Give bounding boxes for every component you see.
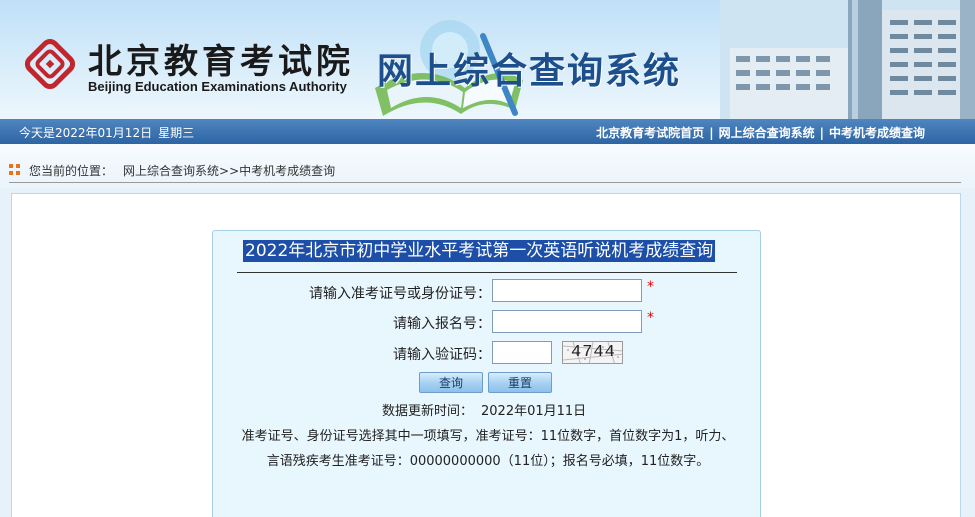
main-content: 2022年北京市初中学业水平考试第一次英语听说机考成绩查询 请输入准考证号或身份…: [11, 193, 961, 517]
breadcrumb-item-current: >>中考机考成绩查询: [219, 164, 336, 178]
captcha-label: 请输入验证码：: [393, 347, 491, 363]
nav-separator: |: [819, 126, 824, 140]
reset-button[interactable]: 重置: [488, 372, 552, 393]
top-nav-bar: 今天是2022年01月12日 星期三 北京教育考试院首页 | 网上综合查询系统 | 中考机…: [0, 119, 975, 144]
grid-dots-icon: [9, 164, 20, 175]
query-form-panel: 2022年北京市初中学业水平考试第一次英语听说机考成绩查询 请输入准考证号或身份…: [212, 230, 761, 517]
nav-separator: |: [709, 126, 714, 140]
nav-links: 北京教育考试院首页 | 网上综合查询系统 | 中考机考成绩查询: [596, 124, 925, 141]
building-illustration: [720, 0, 975, 120]
title-divider: [237, 272, 737, 273]
date-text: 今天是2022年01月12日: [19, 126, 153, 140]
data-update-time: 数据更新时间： 2022年01月11日: [382, 400, 586, 419]
org-name-cn: 北京教育考试院: [88, 42, 354, 82]
nav-link-zhongkao-score[interactable]: 中考机考成绩查询: [829, 126, 925, 140]
weekday-text: 星期三: [158, 126, 195, 140]
breadcrumb-divider: [9, 182, 961, 183]
required-mark: *: [647, 310, 654, 326]
captcha-text: 4744: [571, 343, 616, 362]
update-value: 2022年01月11日: [481, 404, 587, 419]
form-title: 2022年北京市初中学业水平考试第一次英语听说机考成绩查询: [243, 240, 716, 262]
nav-link-query-system[interactable]: 网上综合查询系统: [719, 126, 815, 140]
exam-id-input[interactable]: [492, 279, 642, 302]
captcha-image[interactable]: 4744: [562, 341, 623, 364]
reg-no-input[interactable]: [492, 310, 642, 333]
query-button[interactable]: 查询: [419, 372, 483, 393]
system-title: 网上综合查询系统: [377, 51, 682, 92]
breadcrumb-bar: 您当前的位置： 网上综合查询系统>>中考机考成绩查询: [0, 144, 975, 188]
header-banner: 北京教育考试院 Beijing Education Examinations A…: [0, 0, 975, 120]
bjeea-logo-icon: [24, 38, 76, 90]
captcha-input[interactable]: [492, 341, 552, 364]
org-name-en: Beijing Education Examinations Authority: [88, 79, 347, 94]
update-label: 数据更新时间：: [382, 404, 474, 419]
nav-link-home[interactable]: 北京教育考试院首页: [596, 126, 704, 140]
breadcrumb-item-query-system[interactable]: 网上综合查询系统: [123, 164, 219, 178]
exam-id-label: 请输入准考证号或身份证号：: [309, 286, 491, 302]
reg-no-label: 请输入报名号：: [393, 316, 491, 332]
current-date: 今天是2022年01月12日 星期三: [19, 124, 200, 141]
required-mark: *: [647, 279, 654, 295]
breadcrumb-prefix: 您当前的位置：: [29, 164, 114, 178]
breadcrumb: 您当前的位置： 网上综合查询系统>>中考机考成绩查询: [29, 162, 335, 179]
form-note: 准考证号、身份证号选择其中一项填写，准考证号：11位数字，首位数字为1，听力、言…: [241, 429, 735, 469]
